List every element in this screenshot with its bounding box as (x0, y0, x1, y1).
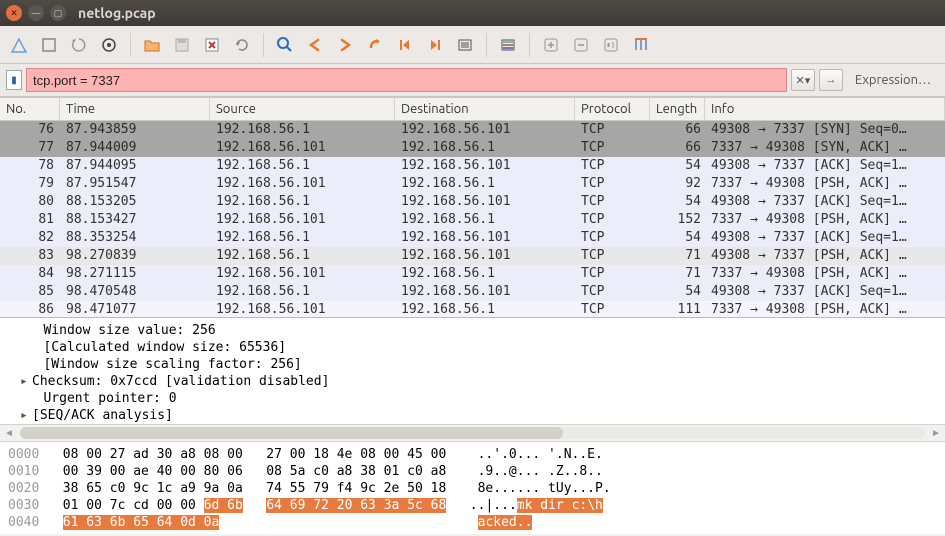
find-packet-icon[interactable] (272, 32, 298, 58)
col-info[interactable]: Info (705, 98, 945, 120)
detail-line[interactable]: Window size value: 256 (20, 322, 945, 339)
filter-bookmark-button[interactable]: ▮ (6, 70, 22, 90)
stop-capture-icon[interactable] (36, 32, 62, 58)
hex-line[interactable]: 0040 61 63 6b 65 64 0d 0a acked.. (8, 514, 937, 531)
detail-line[interactable]: [SEQ/ACK analysis] (20, 407, 945, 424)
table-row[interactable]: 77 87.944009192.168.56.101192.168.56.1TC… (0, 139, 945, 157)
display-filter-bar: ▮ ✕▾ → Expression… (0, 64, 945, 97)
scrollbar-track[interactable] (20, 427, 925, 439)
toolbar-separator (529, 33, 530, 57)
col-source[interactable]: Source (210, 98, 395, 120)
auto-scroll-icon[interactable] (452, 32, 478, 58)
table-row[interactable]: 82 88.353254192.168.56.1192.168.56.101TC… (0, 229, 945, 247)
packet-list-header: No. Time Source Destination Protocol Len… (0, 97, 945, 121)
colorize-icon[interactable] (495, 32, 521, 58)
display-filter-input[interactable] (26, 68, 787, 92)
save-file-icon[interactable] (169, 32, 195, 58)
detail-line[interactable]: [Window size scaling factor: 256] (20, 356, 945, 373)
reload-file-icon[interactable] (229, 32, 255, 58)
table-row[interactable]: 79 87.951547192.168.56.101192.168.56.1TC… (0, 175, 945, 193)
table-row[interactable]: 84 98.271115192.168.56.101192.168.56.1TC… (0, 265, 945, 283)
zoom-reset-icon[interactable] (598, 32, 624, 58)
window-title: netlog.pcap (78, 5, 156, 21)
col-destination[interactable]: Destination (395, 98, 575, 120)
packet-list-body[interactable]: 76 87.943859192.168.56.1192.168.56.101TC… (0, 121, 945, 317)
resize-columns-icon[interactable] (628, 32, 654, 58)
col-protocol[interactable]: Protocol (575, 98, 650, 120)
col-no[interactable]: No. (0, 98, 60, 120)
table-row[interactable]: 76 87.943859192.168.56.1192.168.56.101TC… (0, 121, 945, 139)
window-close-button[interactable]: ✕ (6, 5, 22, 21)
packet-bytes-pane[interactable]: 0000 08 00 27 ad 30 a8 08 00 27 00 18 4e… (0, 442, 945, 534)
scroll-left-icon[interactable]: ◄ (0, 425, 18, 441)
hex-line[interactable]: 0030 01 00 7c cd 00 00 6d 6b 64 69 72 20… (8, 497, 937, 514)
detail-line[interactable]: [Calculated window size: 65536] (20, 339, 945, 356)
go-forward-icon[interactable] (332, 32, 358, 58)
open-file-icon[interactable] (139, 32, 165, 58)
window-minimize-button[interactable]: — (28, 5, 44, 21)
toolbar-separator (263, 33, 264, 57)
packet-details-pane[interactable]: Window size value: 256 [Calculated windo… (0, 317, 945, 424)
go-last-packet-icon[interactable] (422, 32, 448, 58)
col-length[interactable]: Length (650, 98, 705, 120)
col-time[interactable]: Time (60, 98, 210, 120)
zoom-out-icon[interactable] (568, 32, 594, 58)
scrollbar-thumb[interactable] (20, 427, 563, 439)
go-first-packet-icon[interactable] (392, 32, 418, 58)
restart-capture-icon[interactable] (66, 32, 92, 58)
toolbar-separator (130, 33, 131, 57)
hex-line[interactable]: 0020 38 65 c0 9c 1c a9 9a 0a 74 55 79 f4… (8, 480, 937, 497)
table-row[interactable]: 85 98.470548192.168.56.1192.168.56.101TC… (0, 283, 945, 301)
close-file-icon[interactable] (199, 32, 225, 58)
hex-line[interactable]: 0010 00 39 00 ae 40 00 80 06 08 5a c0 a8… (8, 463, 937, 480)
table-row[interactable]: 86 98.471077192.168.56.101192.168.56.1TC… (0, 301, 945, 317)
main-toolbar (0, 26, 945, 64)
filter-apply-button[interactable]: → (819, 69, 843, 91)
go-to-packet-icon[interactable] (362, 32, 388, 58)
table-row[interactable]: 83 98.270839192.168.56.1192.168.56.101TC… (0, 247, 945, 265)
expression-button[interactable]: Expression… (847, 73, 939, 87)
table-row[interactable]: 78 87.944095192.168.56.1192.168.56.101TC… (0, 157, 945, 175)
table-row[interactable]: 81 88.153427192.168.56.101192.168.56.1TC… (0, 211, 945, 229)
scroll-right-icon[interactable]: ► (927, 425, 945, 441)
toolbar-separator (486, 33, 487, 57)
details-horizontal-scrollbar[interactable]: ◄ ► (0, 424, 945, 442)
filter-clear-button[interactable]: ✕▾ (791, 69, 815, 91)
table-row[interactable]: 80 88.153205192.168.56.1192.168.56.101TC… (0, 193, 945, 211)
capture-options-icon[interactable] (96, 32, 122, 58)
zoom-in-icon[interactable] (538, 32, 564, 58)
window-maximize-button[interactable]: ▢ (50, 5, 66, 21)
shark-fin-icon[interactable] (6, 32, 32, 58)
go-back-icon[interactable] (302, 32, 328, 58)
detail-line[interactable]: Urgent pointer: 0 (20, 390, 945, 407)
packet-list-pane: No. Time Source Destination Protocol Len… (0, 97, 945, 317)
window-titlebar: ✕ — ▢ netlog.pcap (0, 0, 945, 26)
hex-line[interactable]: 0000 08 00 27 ad 30 a8 08 00 27 00 18 4e… (8, 446, 937, 463)
detail-line[interactable]: Checksum: 0x7ccd [validation disabled] (20, 373, 945, 390)
